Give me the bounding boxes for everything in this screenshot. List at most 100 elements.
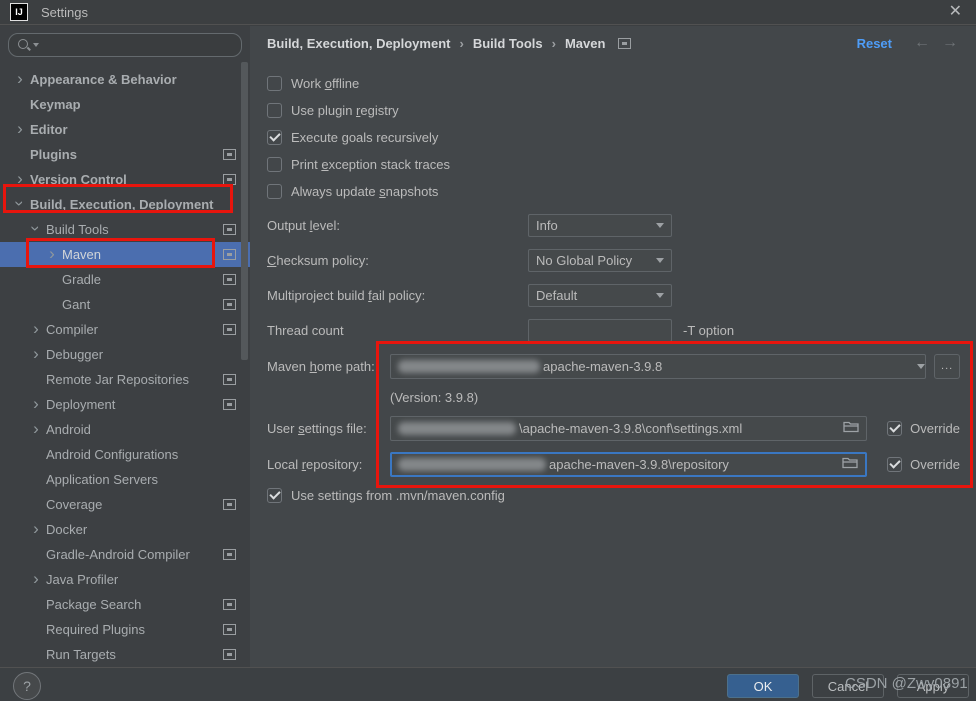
sidebar-item-remote-jar-repositories[interactable]: Remote Jar Repositories xyxy=(0,367,250,392)
dropdown-arrow-icon xyxy=(656,258,664,263)
sidebar-item-deployment[interactable]: Deployment xyxy=(0,392,250,417)
modified-settings-icon xyxy=(223,299,236,310)
thread-count-input[interactable] xyxy=(528,319,672,342)
sidebar-item-appearance-behavior[interactable]: Appearance & Behavior xyxy=(0,67,250,92)
search-options-caret-icon xyxy=(33,43,39,47)
checkbox-box xyxy=(267,157,282,172)
folder-icon[interactable] xyxy=(842,456,858,472)
dropdown-arrow-icon xyxy=(917,363,926,369)
sidebar-item-application-servers[interactable]: Application Servers xyxy=(0,467,250,492)
sidebar-item-gradle-android-compiler[interactable]: Gradle-Android Compiler xyxy=(0,542,250,567)
back-arrow-icon[interactable]: ← xyxy=(914,34,930,52)
maven-home-combobox[interactable]: apache-maven-3.9.8 xyxy=(390,353,927,379)
chevron-right-icon xyxy=(10,73,30,87)
checkbox-execute-goals-recursively[interactable]: Execute goals recursively xyxy=(267,124,960,151)
user-settings-file-field[interactable]: \apache-maven-3.9.8\conf\settings.xml xyxy=(390,415,868,441)
sidebar-item-compiler[interactable]: Compiler xyxy=(0,317,250,342)
checksum-policy-label: Checksum policy: xyxy=(267,253,369,268)
chevron-right-icon xyxy=(10,123,30,137)
dialog-footer: ? OK Cancel Apply xyxy=(0,667,976,701)
sidebar-item-maven[interactable]: Maven xyxy=(0,242,250,267)
breadcrumb-part[interactable]: Build, Execution, Deployment xyxy=(267,36,450,51)
redacted-path-blur xyxy=(398,421,516,435)
checkbox-always-update-snapshots[interactable]: Always update snapshots xyxy=(267,178,960,205)
checkbox-box-checked xyxy=(267,130,282,145)
sidebar-item-plugins[interactable]: Plugins xyxy=(0,142,250,167)
chevron-down-icon xyxy=(26,222,46,237)
chevron-right-icon xyxy=(26,323,46,337)
local-repository-override-checkbox[interactable]: Override xyxy=(887,456,960,472)
chevron-right-icon xyxy=(26,398,46,412)
close-icon[interactable]: ✕ xyxy=(945,4,966,20)
modified-settings-icon xyxy=(223,174,236,185)
user-settings-override-checkbox[interactable]: Override xyxy=(887,420,960,436)
sidebar-item-android[interactable]: Android xyxy=(0,417,250,442)
checkbox-box-checked xyxy=(267,488,282,503)
settings-window: IJ Settings ✕ Appearance & Behavior Keym… xyxy=(0,0,976,701)
multiproject-policy-label: Multiproject build fail policy: xyxy=(267,288,426,303)
intellij-logo-icon: IJ xyxy=(10,3,28,21)
sidebar-item-debugger[interactable]: Debugger xyxy=(0,342,250,367)
sidebar-item-keymap[interactable]: Keymap xyxy=(0,92,250,117)
sidebar-scrollbar[interactable] xyxy=(241,62,248,360)
sidebar-item-build-execution-deployment[interactable]: Build, Execution, Deployment xyxy=(0,192,250,217)
apply-button[interactable]: Apply xyxy=(897,674,969,698)
sidebar-item-build-tools[interactable]: Build Tools xyxy=(0,217,250,242)
sidebar-item-gradle[interactable]: Gradle xyxy=(0,267,250,292)
settings-tree: Appearance & Behavior Keymap Editor Plug… xyxy=(0,67,250,667)
sidebar-item-version-control[interactable]: Version Control xyxy=(0,167,250,192)
sidebar-item-required-plugins[interactable]: Required Plugins xyxy=(0,617,250,642)
reset-link[interactable]: Reset xyxy=(857,36,892,51)
chevron-right-icon xyxy=(10,173,30,187)
redacted-path-blur xyxy=(398,359,540,373)
sidebar-item-run-targets[interactable]: Run Targets xyxy=(0,642,250,667)
local-repository-label: Local repository: xyxy=(267,456,363,472)
sidebar-item-java-profiler[interactable]: Java Profiler xyxy=(0,567,250,592)
checkbox-work-offline[interactable]: Work offline xyxy=(267,70,960,97)
sidebar-item-package-search[interactable]: Package Search xyxy=(0,592,250,617)
output-level-select[interactable]: Info xyxy=(528,214,672,237)
search-icon xyxy=(17,38,31,52)
forward-arrow-icon[interactable]: → xyxy=(942,34,958,52)
modified-settings-icon xyxy=(223,649,236,660)
checksum-policy-select[interactable]: No Global Policy xyxy=(528,249,672,272)
browse-ellipsis-button[interactable]: ... xyxy=(934,353,960,379)
chevron-right-icon xyxy=(26,573,46,587)
sidebar-item-coverage[interactable]: Coverage xyxy=(0,492,250,517)
ok-button[interactable]: OK xyxy=(727,674,799,698)
checkbox-use-settings-from-mvn-config[interactable]: Use settings from .mvn/maven.config xyxy=(267,482,960,509)
chevron-right-icon xyxy=(26,423,46,437)
modified-settings-icon xyxy=(223,549,236,560)
modified-settings-icon xyxy=(223,374,236,385)
modified-settings-icon xyxy=(223,499,236,510)
thread-count-suffix: -T option xyxy=(683,323,735,338)
settings-sidebar: Appearance & Behavior Keymap Editor Plug… xyxy=(0,26,250,667)
breadcrumb-part[interactable]: Build Tools xyxy=(473,36,543,51)
sidebar-item-editor[interactable]: Editor xyxy=(0,117,250,142)
modified-settings-icon xyxy=(223,624,236,635)
cancel-button[interactable]: Cancel xyxy=(812,674,884,698)
breadcrumb-part[interactable]: Maven xyxy=(565,36,605,51)
title-bar: IJ Settings ✕ xyxy=(0,0,976,25)
checkbox-use-plugin-registry[interactable]: Use plugin registry xyxy=(267,97,960,124)
chevron-right-icon xyxy=(42,248,62,262)
sidebar-item-gant[interactable]: Gant xyxy=(0,292,250,317)
chevron-right-icon xyxy=(26,348,46,362)
dropdown-arrow-icon xyxy=(656,223,664,228)
breadcrumb: Build, Execution, Deployment › Build Too… xyxy=(267,34,958,52)
sidebar-item-docker[interactable]: Docker xyxy=(0,517,250,542)
checkbox-box xyxy=(267,184,282,199)
sidebar-item-android-configurations[interactable]: Android Configurations xyxy=(0,442,250,467)
maven-version-note: (Version: 3.9.8) xyxy=(390,389,479,405)
dropdown-arrow-icon xyxy=(656,293,664,298)
checkbox-print-exception-stack-traces[interactable]: Print exception stack traces xyxy=(267,151,960,178)
chevron-down-icon xyxy=(10,197,30,212)
local-repository-field[interactable]: apache-maven-3.9.8\repository xyxy=(390,451,868,477)
search-input[interactable] xyxy=(8,33,242,57)
folder-icon[interactable] xyxy=(843,420,859,436)
checkbox-box-checked xyxy=(887,456,903,472)
help-button[interactable]: ? xyxy=(13,672,41,700)
user-settings-label: User settings file: xyxy=(267,420,367,436)
combo-dropdown-button[interactable] xyxy=(901,355,926,378)
multiproject-policy-select[interactable]: Default xyxy=(528,284,672,307)
